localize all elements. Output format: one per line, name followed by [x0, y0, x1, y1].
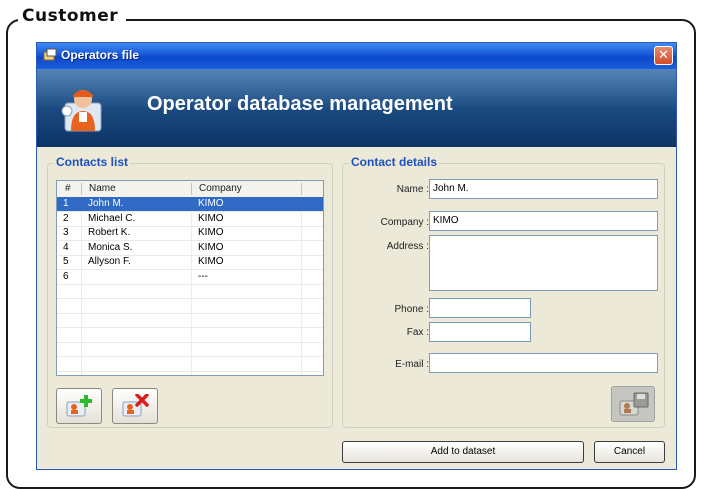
- cell-name: John M.: [88, 198, 124, 209]
- cell-company: KIMO: [198, 241, 224, 253]
- delete-contact-icon: [122, 394, 149, 417]
- cell-name: Monica S.: [88, 241, 133, 253]
- name-label: Name :: [396, 184, 429, 195]
- table-row[interactable]: 2 Michael C. KIMO: [57, 212, 323, 227]
- contact-details-label: Contact details: [349, 155, 440, 169]
- table-row[interactable]: 6 ---: [57, 270, 323, 285]
- address-field[interactable]: [429, 235, 658, 291]
- cell-name: Robert K.: [88, 227, 131, 238]
- cell-num: 5: [63, 256, 69, 267]
- table-row[interactable]: [57, 299, 323, 314]
- email-label: E-mail :: [395, 359, 429, 370]
- add-contact-icon: [66, 395, 92, 417]
- table-row[interactable]: [57, 313, 323, 328]
- phone-field[interactable]: [429, 298, 531, 318]
- contact-details-group: Contact details Name : John M. Company :…: [342, 155, 665, 428]
- cell-company: ---: [198, 270, 208, 282]
- cell-company: KIMO: [198, 227, 224, 238]
- cell-num: 6: [63, 270, 69, 282]
- cell-num: 1: [63, 198, 69, 209]
- table-row[interactable]: 5 Allyson F. KIMO: [57, 255, 323, 270]
- email-field[interactable]: [429, 353, 658, 373]
- close-button[interactable]: ✕: [654, 46, 673, 65]
- cell-num: 3: [63, 227, 69, 238]
- table-row[interactable]: [57, 328, 323, 343]
- fax-label: Fax :: [406, 327, 429, 338]
- save-contact-icon: [619, 392, 649, 416]
- add-contact-button[interactable]: [56, 388, 102, 424]
- cell-num: 4: [63, 241, 69, 253]
- window-title: Operators file: [61, 48, 140, 62]
- table-row[interactable]: 4 Monica S. KIMO: [57, 241, 323, 256]
- cell-num: 2: [63, 212, 69, 224]
- company-field[interactable]: KIMO: [429, 211, 658, 231]
- fax-field[interactable]: [429, 322, 531, 342]
- address-label: Address :: [386, 241, 429, 252]
- cell-name: Michael C.: [88, 212, 136, 224]
- phone-label: Phone :: [394, 304, 429, 315]
- table-row[interactable]: [57, 342, 323, 357]
- company-label: Company :: [380, 217, 429, 228]
- table-header: # Name Company: [57, 181, 323, 198]
- banner: Operator database management: [37, 69, 676, 147]
- table-row[interactable]: 3 Robert K. KIMO: [57, 226, 323, 241]
- cell-company: KIMO: [198, 256, 224, 267]
- cell-company: KIMO: [198, 212, 224, 224]
- contacts-list-label: Contacts list: [54, 155, 131, 169]
- operator-icon: [61, 90, 102, 132]
- table-row[interactable]: 1 John M. KIMO: [57, 197, 323, 212]
- banner-heading: Operator database management: [147, 93, 453, 115]
- column-header-name[interactable]: Name: [89, 181, 116, 197]
- table-row[interactable]: [57, 357, 323, 372]
- app-icon: [43, 48, 57, 62]
- table-row[interactable]: [57, 284, 323, 299]
- cell-company: KIMO: [198, 198, 224, 209]
- cancel-button[interactable]: Cancel: [594, 441, 665, 463]
- operators-window: Operators file ✕ Operator database manag…: [36, 42, 677, 470]
- table-row[interactable]: [57, 371, 323, 375]
- add-to-dataset-button[interactable]: Add to dataset: [342, 441, 584, 463]
- frame-title: Customer: [18, 5, 127, 27]
- delete-contact-button[interactable]: [112, 388, 158, 424]
- column-header-number[interactable]: #: [65, 181, 71, 197]
- contacts-table[interactable]: # Name Company 1 John M. KIMO 2 Michael C. KI…: [56, 180, 324, 376]
- name-field[interactable]: John M.: [429, 179, 658, 199]
- save-contact-button[interactable]: [611, 386, 655, 422]
- column-header-company[interactable]: Company: [199, 181, 242, 197]
- contacts-list-group: Contacts list # Name Company 1 John M. KIM…: [47, 155, 333, 428]
- close-icon: ✕: [658, 48, 669, 63]
- title-bar[interactable]: Operators file ✕: [37, 43, 676, 69]
- cell-name: Allyson F.: [88, 256, 131, 267]
